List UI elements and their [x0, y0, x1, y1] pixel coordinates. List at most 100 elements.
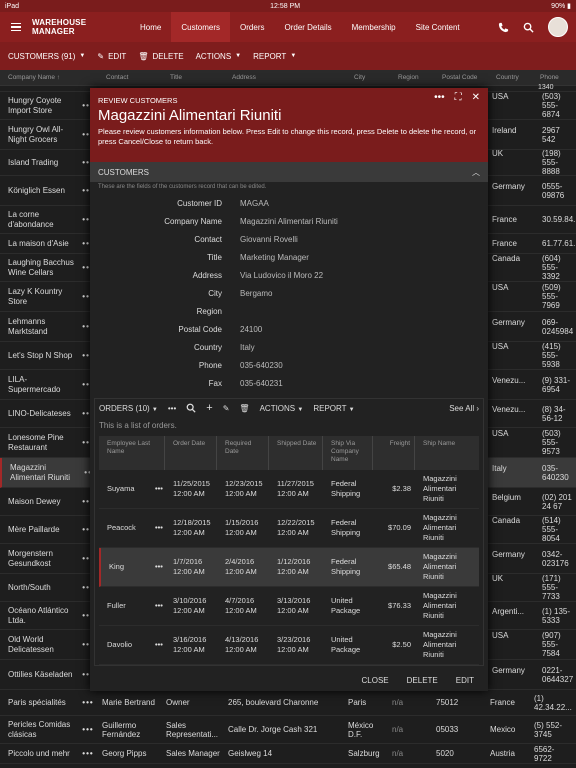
more-options-icon[interactable]: ••• [434, 92, 445, 103]
user-avatar[interactable] [548, 17, 568, 37]
edit-button[interactable]: EDIT [456, 676, 474, 685]
col-company-name[interactable]: Company Name ↑ [0, 74, 98, 81]
dialog-header: ••• ⛶ ✕ REVIEW CUSTOMERS Magazzini Alime… [90, 88, 488, 162]
status-time: 12:58 PM [270, 2, 301, 10]
phone-icon[interactable] [498, 22, 509, 33]
search-icon[interactable] [523, 22, 534, 33]
field-customer-id: Customer ID MAGAA [177, 198, 269, 208]
actions-dropdown[interactable]: ACTIONS ▼ [196, 52, 242, 61]
col-region[interactable]: Region [390, 74, 434, 81]
col-contact[interactable]: Contact [98, 74, 162, 81]
field-phone: Phone 035-640230 [198, 360, 283, 370]
more-icon: ••• [155, 640, 163, 650]
pencil-icon[interactable]: ✎ [223, 404, 230, 413]
status-bar: iPad 12:58 PM 90% ▮ [0, 0, 576, 12]
order-row[interactable]: Suyama ••• 11/25/2015 12:00 AM 12/23/2015 … [99, 470, 479, 509]
see-all-link[interactable]: See All › [449, 404, 479, 413]
add-icon[interactable]: + [206, 402, 212, 414]
grid-toolbar: CUSTOMERS (91) ▼ ✎ EDIT 🗑 DELETE ACTIONS ▼ R… [0, 42, 576, 70]
more-icon: ••• [155, 484, 163, 494]
app-bar: WAREHOUSE MANAGER Home Customers Orders … [0, 12, 576, 42]
field-city: City Bergamo [208, 288, 273, 298]
orders-table: Employee Last Name Order Date Required D… [99, 436, 479, 665]
dialog-title: Magazzini Alimentari Riuniti [98, 107, 282, 124]
grid-header: Company Name ↑ Contact Title Address Cit… [0, 70, 576, 86]
device-label: iPad [5, 2, 20, 10]
col-ship-name[interactable]: Ship Name [415, 436, 469, 470]
nav-site-content[interactable]: Site Content [406, 12, 470, 42]
col-country[interactable]: Country [488, 74, 532, 81]
edit-button[interactable]: ✎ EDIT [97, 52, 126, 61]
table-row[interactable]: Pericles Comidas clásicas ••• Guillermo F… [0, 716, 576, 744]
field-address: Address Via Ludovico il Moro 22 [192, 270, 324, 280]
orders-header: Employee Last Name Order Date Required D… [99, 436, 479, 470]
trash-icon: 🗑 [138, 51, 149, 61]
orders-report-dropdown[interactable]: REPORT ▼ [313, 404, 354, 413]
delete-button[interactable]: DELETE [407, 676, 438, 685]
nav-order-details[interactable]: Order Details [274, 12, 341, 42]
nav-orders[interactable]: Orders [230, 12, 274, 42]
field-country: Country Italy [193, 342, 255, 352]
order-row-selected[interactable]: King ••• 1/7/2016 12:00 AM 2/4/2016 12:00 … [99, 548, 479, 587]
col-postal-code[interactable]: Postal Code [434, 74, 488, 81]
customers-dropdown[interactable]: CUSTOMERS (91) ▼ [8, 52, 85, 61]
orders-hint: This is a list of orders. [99, 421, 177, 430]
col-ship-via[interactable]: Ship Via Company Name [323, 436, 373, 470]
review-customer-dialog: ••• ⛶ ✕ REVIEW CUSTOMERS Magazzini Alime… [90, 88, 488, 691]
more-icon: ••• [82, 749, 94, 758]
nav-membership[interactable]: Membership [342, 12, 406, 42]
dialog-label: REVIEW CUSTOMERS [98, 96, 178, 105]
col-freight[interactable]: Freight [373, 436, 415, 470]
main-nav: Home Customers Orders Order Details Memb… [130, 12, 470, 42]
orders-actions-dropdown[interactable]: ACTIONS ▼ [260, 404, 304, 413]
dialog-footer: CLOSE DELETE EDIT [90, 669, 488, 691]
field-contact: Contact Giovanni Rovelli [194, 234, 298, 244]
chevron-up-icon[interactable]: ︿ [472, 167, 480, 178]
col-city[interactable]: City [346, 74, 390, 81]
col-required-date[interactable]: Required Date [217, 436, 269, 470]
dialog-description: Please review customers information belo… [98, 127, 477, 146]
col-employee[interactable]: Employee Last Name [99, 436, 165, 470]
pencil-icon: ✎ [97, 51, 105, 61]
col-order-date[interactable]: Order Date [165, 436, 217, 470]
field-company-name: Company Name Magazzini Alimentari Riuniti [164, 216, 338, 226]
nav-home[interactable]: Home [130, 12, 171, 42]
table-row[interactable]: Piccolo und mehr ••• Georg Pipps Sales Ma… [0, 744, 576, 764]
field-region: Region [196, 306, 222, 316]
report-dropdown[interactable]: REPORT ▼ [253, 52, 296, 61]
col-title[interactable]: Title [162, 74, 224, 81]
more-icon[interactable]: ••• [168, 404, 176, 413]
delete-button[interactable]: 🗑 DELETE [138, 52, 183, 61]
field-fax: Fax 035-640231 [208, 378, 283, 388]
trash-icon[interactable]: 🗑 [239, 404, 249, 413]
orders-panel: ORDERS (10) ▼ ••• + ✎ 🗑 ACTIONS ▼ REPORT… [94, 398, 484, 666]
search-icon[interactable] [186, 403, 196, 413]
more-icon: ••• [155, 601, 163, 611]
orders-toolbar: ORDERS (10) ▼ ••• + ✎ 🗑 ACTIONS ▼ REPORT… [95, 399, 483, 417]
field-title: Title Marketing Manager [207, 252, 309, 262]
customer-fields: Customer ID MAGAA Company Name Magazzini A… [90, 194, 488, 392]
chevron-down-icon: ▼ [79, 53, 86, 59]
fullscreen-icon[interactable]: ⛶ [455, 92, 462, 103]
section-hint: These are the fields of the customers re… [98, 184, 267, 190]
app-title[interactable]: WAREHOUSE MANAGER [32, 18, 130, 36]
more-icon: ••• [155, 562, 163, 572]
col-address[interactable]: Address [224, 74, 346, 81]
nav-customers[interactable]: Customers [171, 12, 231, 42]
col-shipped-date[interactable]: Shipped Date [269, 436, 323, 470]
menu-icon[interactable] [0, 22, 32, 32]
close-button[interactable]: CLOSE [362, 676, 389, 685]
customers-section-header[interactable]: CUSTOMERS ︿ [90, 162, 488, 182]
orders-dropdown[interactable]: ORDERS (10) ▼ [99, 404, 158, 413]
order-row[interactable]: Peacock ••• 12/18/2015 12:00 AM 1/15/2016 … [99, 509, 479, 548]
more-icon: ••• [155, 523, 163, 533]
more-icon: ••• [82, 725, 94, 734]
order-row[interactable]: Davolio ••• 3/16/2016 12:00 AM 4/13/2016 1… [99, 626, 479, 665]
col-phone[interactable]: Phone [532, 74, 576, 81]
order-row[interactable]: Fuller ••• 3/10/2016 12:00 AM 4/7/2016 12:… [99, 587, 479, 626]
field-postal-code: Postal Code 24100 [178, 324, 263, 334]
table-row[interactable]: Paris spécialités ••• Marie Bertrand Owne… [0, 690, 576, 716]
close-icon[interactable]: ✕ [472, 92, 480, 103]
battery-status: 90% ▮ [551, 3, 571, 10]
sort-up-icon: ↑ [56, 74, 61, 81]
